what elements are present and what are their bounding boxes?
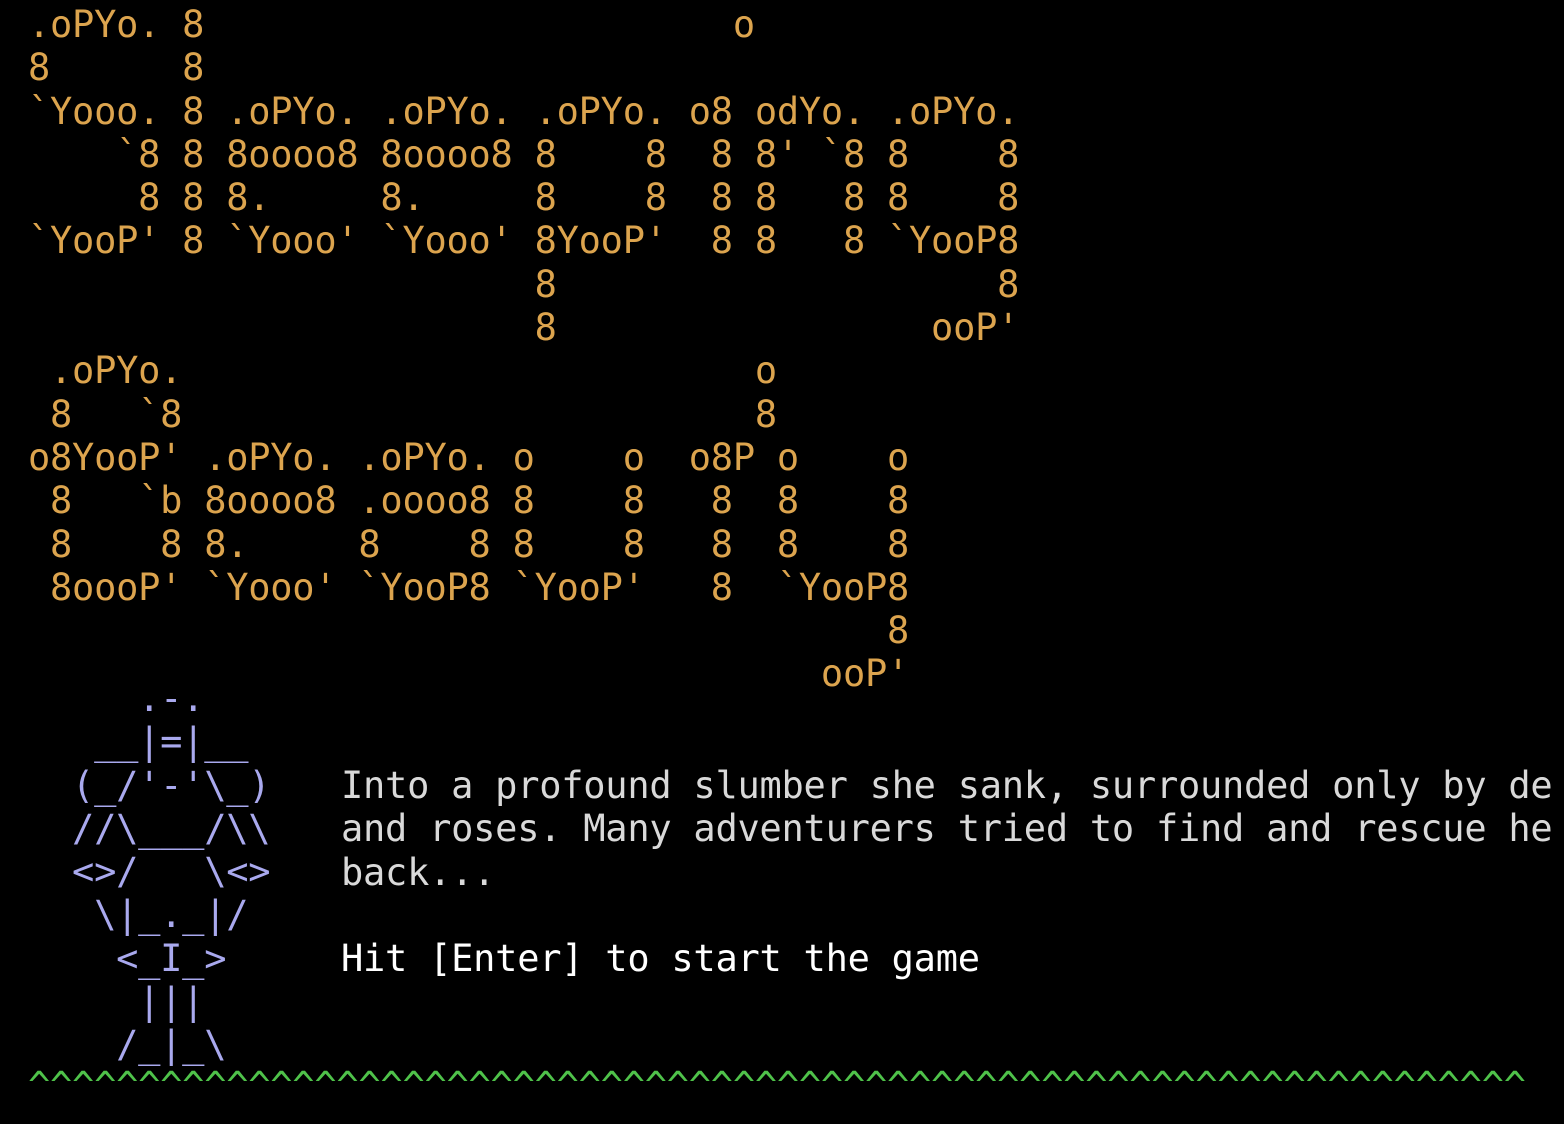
grass-ground: ^^^^^^^^^^^^^^^^^^^^^^^^^^^^^^^^^^^^^^^^…: [28, 1064, 1526, 1107]
game-screen[interactable]: .oPYo. 8 o 8 8 `Yooo. 8 .oPYo. .oPYo. .o…: [0, 0, 1564, 1124]
title-ascii-art: .oPYo. 8 o 8 8 `Yooo. 8 .oPYo. .oPYo. .o…: [28, 3, 1020, 696]
knight-ascii-art: .-. __|=|__ (_/'-'\_) //\___/\\ <>/ \<> …: [72, 677, 271, 1067]
start-prompt: Hit [Enter] to start the game: [341, 937, 980, 980]
story-text: Into a profound slumber she sank, surrou…: [341, 764, 1553, 894]
